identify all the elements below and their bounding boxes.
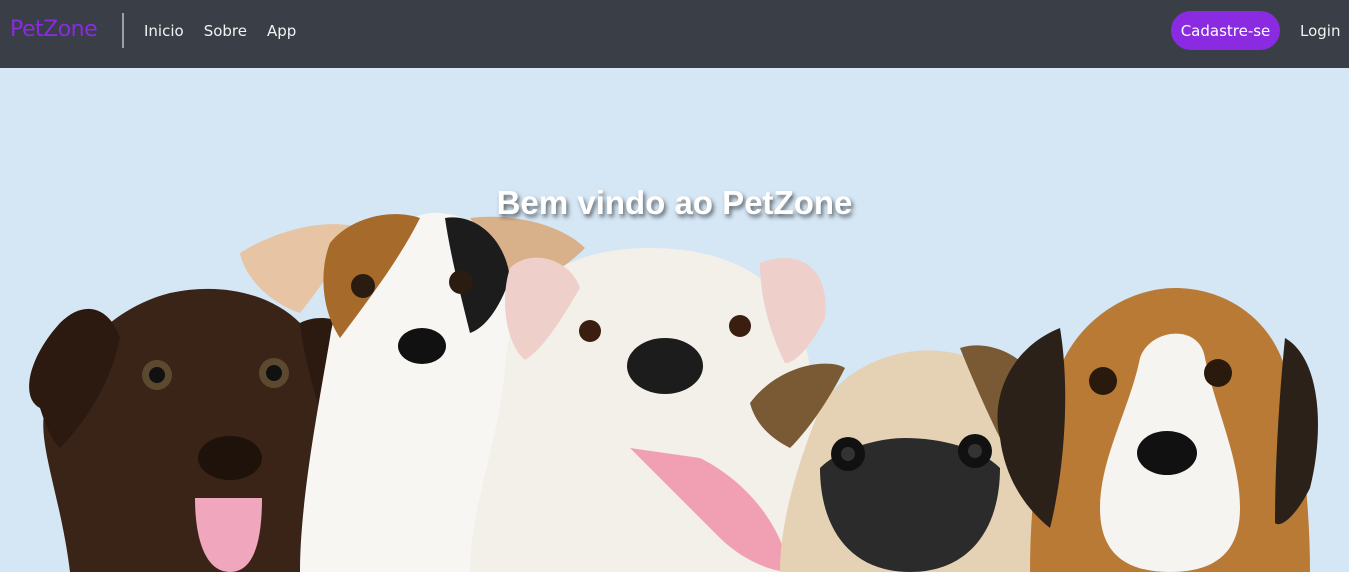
brand-logo[interactable]: PetZone (10, 17, 98, 42)
nav-link-sobre[interactable]: Sobre (204, 22, 247, 40)
nav-links: Inicio Sobre App (144, 22, 296, 40)
nav-link-inicio[interactable]: Inicio (144, 22, 184, 40)
hero-section: Bem vindo ao PetZone (0, 68, 1349, 572)
top-navbar: PetZone Inicio Sobre App Cadastre-se Log… (0, 0, 1349, 68)
signup-button[interactable]: Cadastre-se (1171, 11, 1280, 50)
nav-divider (122, 13, 124, 48)
beagle-puppy (997, 288, 1318, 572)
hero-title: Bem vindo ao PetZone (496, 184, 853, 221)
nav-link-app[interactable]: App (267, 22, 296, 40)
login-link[interactable]: Login (1300, 22, 1340, 40)
puppies-photo (29, 212, 1318, 572)
